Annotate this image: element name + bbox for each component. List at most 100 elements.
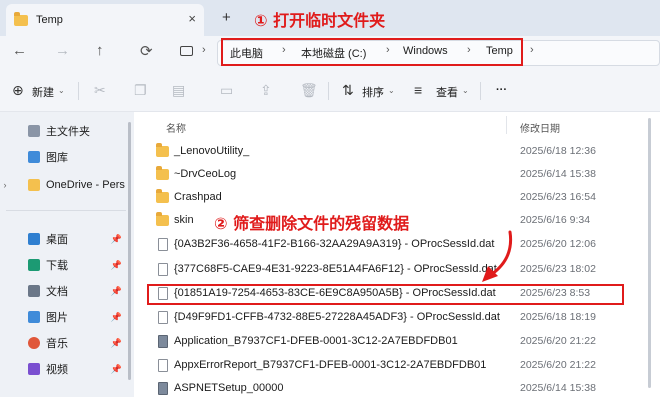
new-button[interactable]: 新建 (32, 84, 54, 100)
file-row[interactable]: ~DrvCeoLog 2025/6/14 15:38 (134, 164, 660, 186)
sidebar-item-label: OneDrive - Pers (46, 179, 125, 191)
file-date: 2025/6/14 15:38 (520, 382, 596, 394)
file-row[interactable]: ASPNETSetup_00000 2025/6/14 15:38 (134, 378, 660, 397)
view-icon[interactable]: ≡ (414, 82, 422, 98)
file-row[interactable]: {377C68F5-CAE9-4E31-9223-8E51A4FA6F12} -… (134, 259, 660, 281)
back-arrow-icon[interactable]: ← (12, 42, 27, 59)
more-options-button[interactable]: ··· (496, 84, 507, 96)
column-header-name[interactable]: 名称 (166, 120, 186, 135)
sidebar-item-onedrive[interactable]: › OneDrive - Pers (0, 174, 130, 196)
file-name: skin (174, 214, 194, 226)
address-highlight-box (221, 38, 523, 66)
file-list-scrollbar[interactable] (648, 118, 651, 388)
onedrive-folder-icon (28, 179, 40, 191)
sidebar-item-home[interactable]: 主文件夹 (0, 120, 130, 142)
navigation-pane: 主文件夹 图库 › OneDrive - Pers 桌面 📌 下载 📌 文档 📌… (0, 112, 132, 397)
annotation-step1: ① 打开临时文件夹 (254, 11, 386, 30)
plus-circle-icon[interactable]: ⊕ (12, 82, 24, 99)
forward-arrow-icon[interactable]: → (55, 42, 70, 59)
divider (480, 82, 481, 100)
file-icon (158, 359, 168, 372)
sidebar-item-gallery[interactable]: 图库 (0, 146, 130, 168)
sidebar-item-music[interactable]: 音乐 📌 (0, 332, 130, 354)
home-icon (28, 125, 40, 137)
divider (328, 82, 329, 100)
folder-icon (156, 212, 169, 226)
close-tab-icon[interactable]: × (188, 11, 196, 26)
tab-title: Temp (36, 14, 63, 26)
folder-icon (156, 143, 169, 157)
pin-icon[interactable]: 📌 (111, 234, 122, 245)
desktop-icon (28, 233, 40, 245)
sidebar-item-label: 图库 (46, 152, 68, 164)
file-name: _LenovoUtility_ (174, 145, 250, 157)
file-date: 2025/6/20 21:22 (520, 359, 596, 371)
music-icon (28, 337, 40, 349)
sort-button[interactable]: 排序 (362, 84, 384, 100)
folder-icon (156, 189, 169, 203)
refresh-icon[interactable]: ⟳ (140, 42, 153, 60)
file-name: ~DrvCeoLog (174, 168, 237, 180)
annotation-step2: ② 筛查删除文件的残留数据 (214, 214, 410, 233)
file-icon (158, 263, 168, 276)
column-header-date-modified[interactable]: 修改日期 (520, 120, 560, 135)
file-date: 2025/6/23 16:54 (520, 191, 596, 203)
sidebar-item-label: 主文件夹 (46, 126, 90, 138)
share-icon[interactable]: ⇪ (260, 82, 272, 99)
pin-icon[interactable]: 📌 (111, 338, 122, 349)
file-name: Crashpad (174, 191, 222, 203)
documents-icon (28, 285, 40, 297)
pin-icon[interactable]: 📌 (111, 312, 122, 323)
annotation-arrow-icon (482, 230, 513, 282)
sidebar-item-label: 视频 (46, 364, 68, 376)
pin-icon[interactable]: 📌 (111, 260, 122, 271)
up-arrow-icon[interactable]: ↑ (96, 42, 104, 59)
paste-icon[interactable]: ▤ (172, 82, 185, 99)
command-bar: ⊕ 新建 ⌄ ✂ ❐ ▤ ▭ ⇪ 🗑 ⇅ 排序 ⌄ ≡ 查看 ⌄ ··· (0, 70, 660, 112)
sidebar-item-videos[interactable]: 视频 📌 (0, 358, 130, 380)
column-divider[interactable] (506, 116, 507, 134)
chevron-right-icon[interactable]: › (202, 44, 206, 56)
monitor-icon[interactable] (180, 46, 193, 56)
sidebar-item-label: 图片 (46, 312, 68, 324)
chevron-right-icon[interactable]: › (0, 180, 10, 190)
chevron-down-icon[interactable]: ⌄ (462, 86, 469, 95)
sidebar-item-desktop[interactable]: 桌面 📌 (0, 228, 130, 250)
gallery-icon (28, 151, 40, 163)
file-icon (158, 311, 168, 324)
sidebar-item-downloads[interactable]: 下载 📌 (0, 254, 130, 276)
pin-icon[interactable]: 📌 (111, 286, 122, 297)
file-row[interactable]: AppxErrorReport_B7937CF1-DFEB-0001-3C12-… (134, 355, 660, 377)
breadcrumb-separator[interactable]: › (530, 44, 534, 56)
sidebar-item-documents[interactable]: 文档 📌 (0, 280, 130, 302)
pin-icon[interactable]: 📌 (111, 364, 122, 375)
file-name: AppxErrorReport_B7937CF1-DFEB-0001-3C12-… (174, 359, 487, 371)
tab-temp[interactable]: Temp × (6, 4, 204, 36)
file-date: 2025/6/18 12:36 (520, 145, 596, 157)
divider (6, 210, 126, 211)
row-highlight-box (147, 284, 624, 305)
pictures-icon (28, 311, 40, 323)
navigation-bar: ← → ↑ ⟳ › 此电脑 › 本地磁盘 (C:) › Windows › Te… (0, 36, 660, 70)
file-date: 2025/6/20 12:06 (520, 238, 596, 250)
chevron-down-icon[interactable]: ⌄ (388, 86, 395, 95)
divider (78, 82, 79, 100)
file-date: 2025/6/23 18:02 (520, 263, 596, 275)
delete-icon[interactable]: 🗑 (300, 82, 318, 99)
file-row[interactable]: Crashpad 2025/6/23 16:54 (134, 187, 660, 209)
view-button[interactable]: 查看 (436, 84, 458, 100)
file-row[interactable]: {0A3B2F36-4658-41F2-B166-32AA29A9A319} -… (134, 234, 660, 256)
file-date: 2025/6/14 15:38 (520, 168, 596, 180)
sort-icon[interactable]: ⇅ (342, 82, 354, 99)
new-tab-icon[interactable]: + (222, 9, 231, 26)
rename-icon[interactable]: ▭ (220, 82, 233, 99)
file-row[interactable]: Application_B7937CF1-DFEB-0001-3C12-2A7E… (134, 331, 660, 353)
cut-icon[interactable]: ✂ (94, 82, 106, 99)
copy-icon[interactable]: ❐ (134, 82, 147, 99)
file-date: 2025/6/16 9:34 (520, 214, 591, 226)
sidebar-item-pictures[interactable]: 图片 📌 (0, 306, 130, 328)
file-row[interactable]: _LenovoUtility_ 2025/6/18 12:36 (134, 141, 660, 163)
chevron-down-icon[interactable]: ⌄ (58, 86, 65, 95)
sidebar-scrollbar[interactable] (128, 122, 131, 380)
file-row[interactable]: {D49F9FD1-CFFB-4732-88E5-27228A45ADF3} -… (134, 307, 660, 329)
